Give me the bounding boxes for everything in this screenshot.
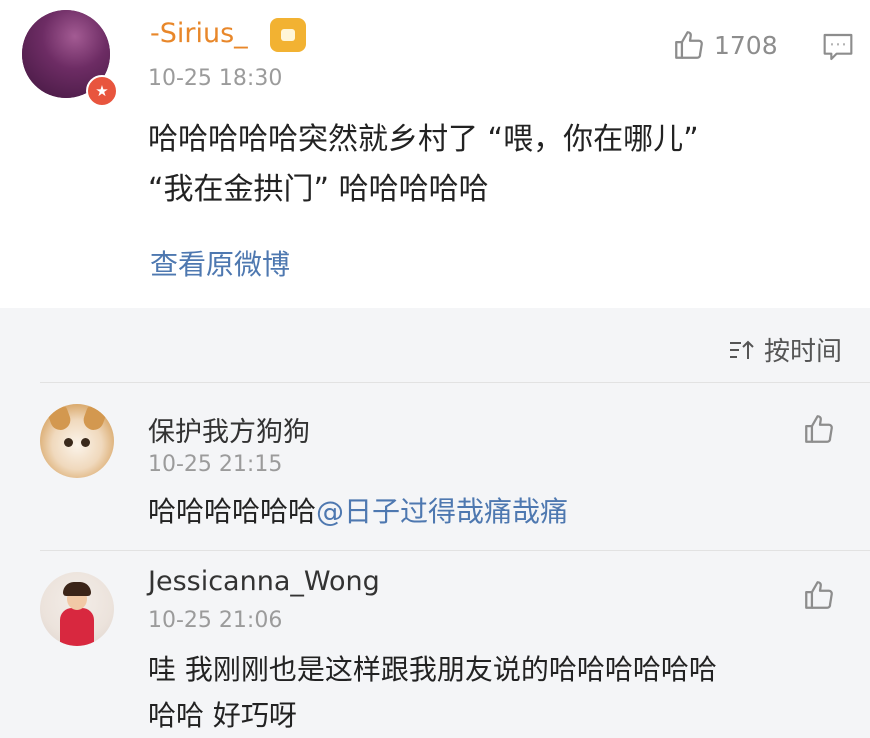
post-like-count: 1708 <box>714 30 778 60</box>
post-author-name[interactable]: -Sirius_ <box>150 18 248 49</box>
sort-label: 按时间 <box>763 337 842 367</box>
comment-2-username[interactable]: Jessicanna_Wong <box>148 566 380 597</box>
divider <box>40 550 870 551</box>
comment-1-time: 10-25 21:15 <box>148 452 283 477</box>
avatar-dress <box>60 608 94 646</box>
crown-gem <box>281 29 295 41</box>
comment-2-time: 10-25 21:06 <box>148 608 283 633</box>
post-time: 10-25 18:30 <box>148 66 283 91</box>
comment-2-text-line-2: 哈哈 好巧呀 <box>148 699 297 732</box>
vip-star-badge-icon: ★ <box>86 75 118 107</box>
cat-ear <box>46 405 74 433</box>
post-card: ★ -Sirius_ 10-25 18:30 1708 哈哈哈哈哈突然就乡村了 … <box>0 0 870 308</box>
comment-1-like-thumbs-up-icon[interactable] <box>802 412 836 446</box>
divider <box>40 382 870 383</box>
comment-1-avatar[interactable] <box>40 404 114 478</box>
comment-icon[interactable] <box>822 32 854 62</box>
sort-icon <box>729 340 754 359</box>
comment-2-avatar[interactable] <box>40 572 114 646</box>
cat-eye <box>81 438 90 447</box>
cat-ear <box>80 405 108 433</box>
view-original-post-link[interactable]: 查看原微博 <box>150 243 290 283</box>
post-content-line-2: “我在金拱门” 哈哈哈哈哈 <box>148 172 489 207</box>
thumbs-up-icon <box>675 31 703 59</box>
comment-1-username[interactable]: 保护我方狗狗 <box>148 410 310 449</box>
comment-1-text: 哈哈哈哈哈哈@日子过得哉痛哉痛 <box>148 490 568 534</box>
comment-2-like-thumbs-up-icon[interactable] <box>802 578 836 612</box>
post-content-line-1: 哈哈哈哈哈突然就乡村了 “喂，你在哪儿” <box>148 122 699 157</box>
comment-1-mention-link[interactable]: @日子过得哉痛哉痛 <box>316 495 568 528</box>
sort-by-time-button[interactable]: 按时间 <box>728 331 842 368</box>
avatar-hair <box>63 582 91 596</box>
cat-eye <box>64 438 73 447</box>
crown-icon <box>270 18 306 52</box>
comment-1-body: 哈哈哈哈哈哈 <box>148 495 317 528</box>
post-like-button[interactable]: 1708 <box>672 28 778 62</box>
comment-2-text-line-1: 哇 我刚刚也是这样跟我朋友说的哈哈哈哈哈哈 <box>148 653 717 686</box>
